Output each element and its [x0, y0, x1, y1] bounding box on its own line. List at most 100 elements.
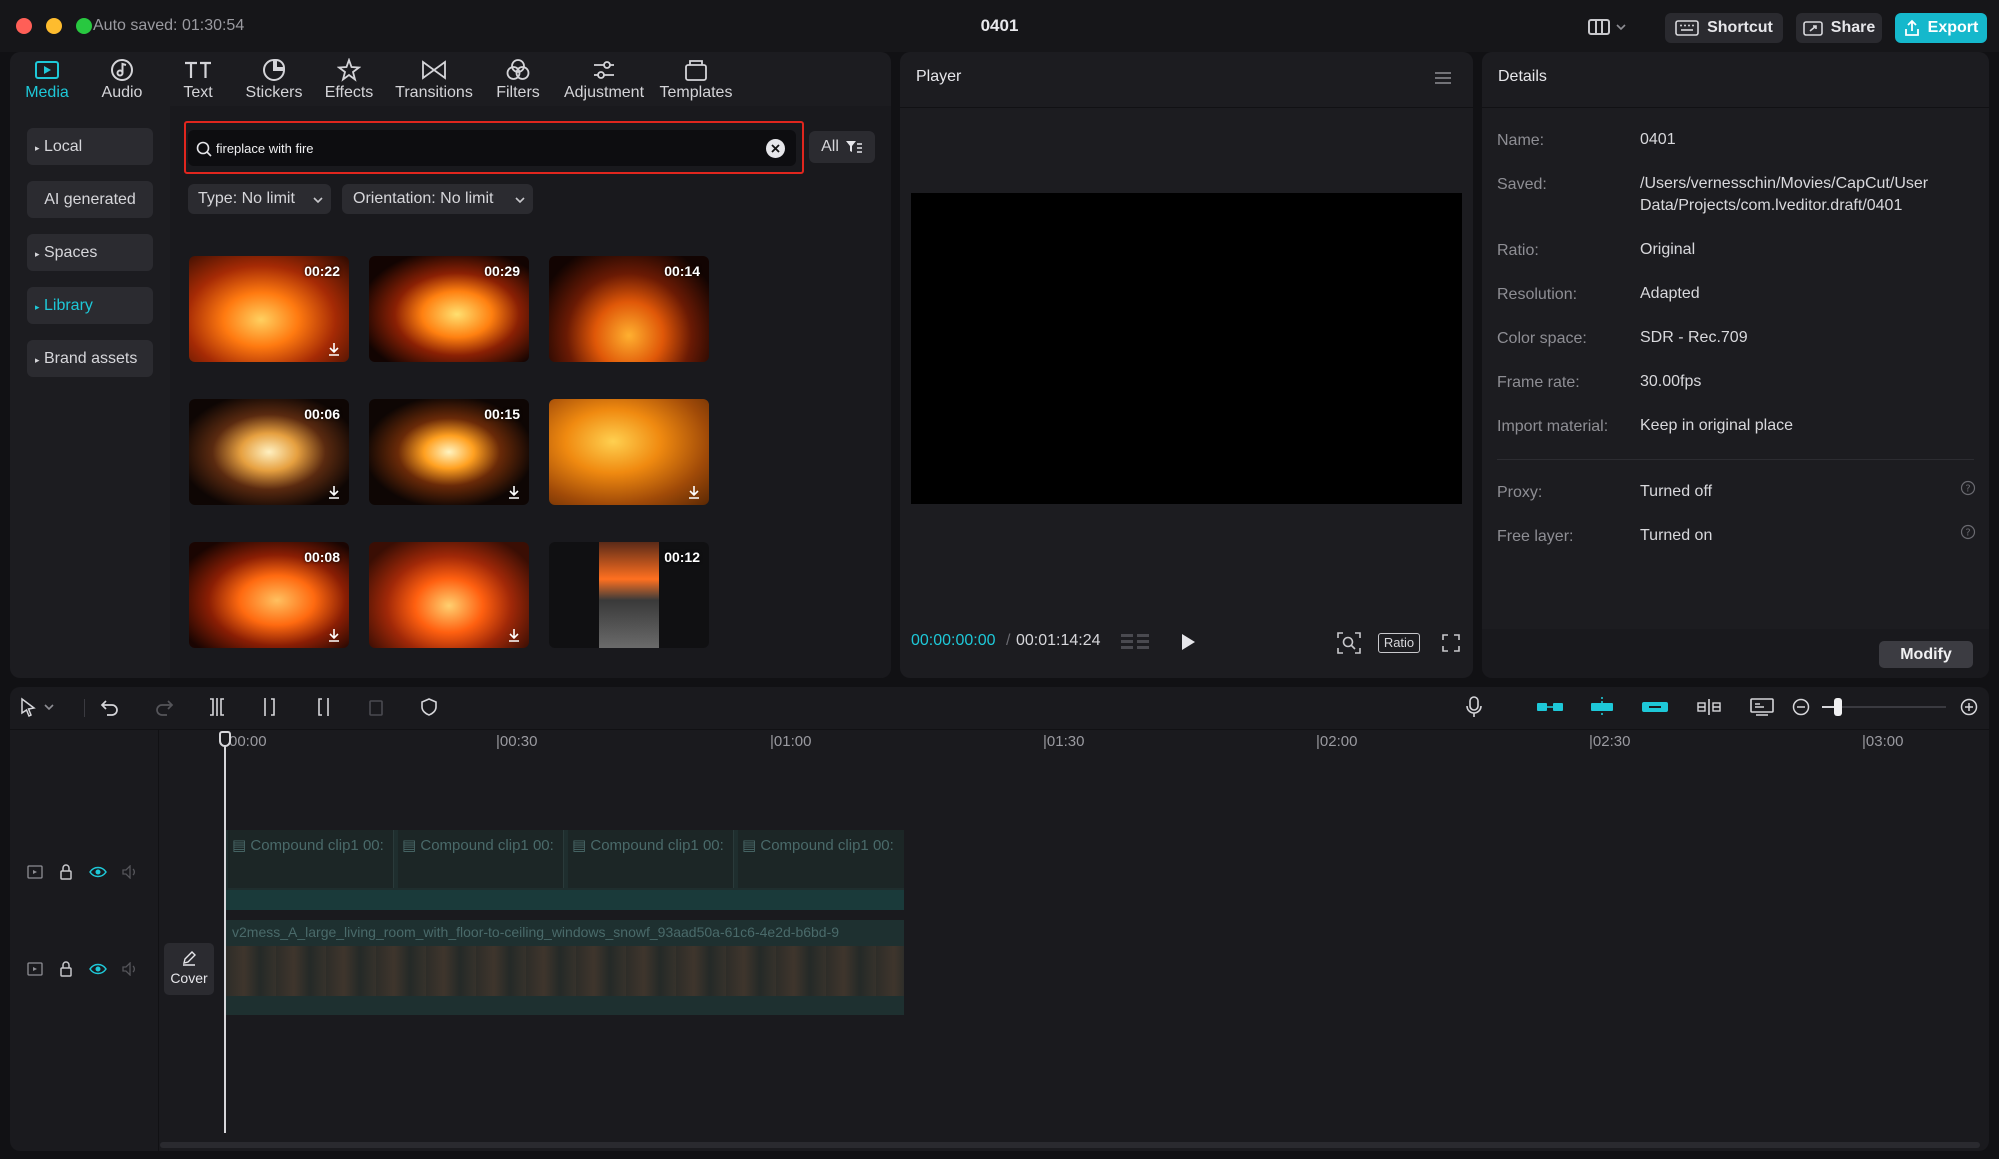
play-icon[interactable] — [1180, 633, 1196, 651]
download-icon[interactable] — [327, 628, 341, 642]
media-thumbnail[interactable]: 00:06 — [189, 399, 349, 505]
clip-time: 00: — [872, 837, 894, 854]
zoom-out-button[interactable] — [1789, 695, 1813, 719]
search-input[interactable]: fireplace with fire — [188, 130, 796, 166]
search-filter-button[interactable]: All — [809, 131, 875, 163]
preview-axis-icon — [1697, 699, 1721, 715]
playhead[interactable] — [224, 733, 226, 1133]
sidebar-item-spaces[interactable]: ▸ Spaces — [27, 234, 153, 271]
media-thumbnail[interactable]: 00:29 — [369, 256, 529, 362]
sidebar-item-ai-generated[interactable]: AI generated — [27, 181, 153, 218]
mute-track-button[interactable] — [118, 860, 142, 884]
main-clip-name: v2mess_A_large_living_room_with_floor-to… — [232, 924, 840, 940]
tab-stickers[interactable]: Stickers — [232, 56, 316, 102]
compound-clip[interactable]: ▤ Compound clip1 00: — [398, 830, 564, 888]
menu-icon[interactable] — [1434, 71, 1452, 85]
fullscreen-icon[interactable] — [1442, 634, 1460, 652]
tab-text[interactable]: Text — [156, 56, 240, 102]
info-icon[interactable]: ? — [1960, 524, 1976, 540]
trim-right-button[interactable] — [311, 695, 335, 719]
media-thumbnail[interactable]: 00:12 — [549, 542, 709, 648]
tab-media-label: Media — [25, 84, 69, 101]
record-audio-button[interactable] — [1462, 695, 1486, 719]
tab-effects[interactable]: Effects — [307, 56, 391, 102]
shortcut-button[interactable]: Shortcut — [1665, 13, 1783, 43]
playhead-handle[interactable] — [219, 731, 231, 747]
compound-clip[interactable]: ▤ Compound clip1 00: — [228, 830, 394, 888]
info-icon[interactable]: ? — [1960, 480, 1976, 496]
zoom-in-button[interactable] — [1957, 695, 1981, 719]
tab-templates[interactable]: Templates — [654, 56, 738, 102]
split-button[interactable] — [205, 695, 229, 719]
zoom-slider-handle[interactable] — [1834, 698, 1842, 716]
media-thumbnail[interactable]: 00:15 — [369, 399, 529, 505]
clear-search-button[interactable] — [766, 139, 785, 158]
stack-icon: ▤ — [402, 837, 417, 854]
delete-button[interactable] — [364, 695, 388, 719]
redo-button[interactable] — [152, 695, 176, 719]
layout-switcher[interactable] — [1588, 17, 1628, 37]
mark-button[interactable] — [417, 695, 441, 719]
detail-label: Saved: — [1497, 176, 1547, 193]
preview-axis-button[interactable] — [1697, 695, 1721, 719]
compound-clip[interactable]: ▤ Compound clip1 00: — [568, 830, 734, 888]
lock-track-button[interactable] — [54, 957, 78, 981]
trim-left-button[interactable] — [258, 695, 282, 719]
lock-track-button[interactable] — [54, 860, 78, 884]
frame-grid-icon[interactable] — [1121, 632, 1151, 652]
mute-track-button[interactable] — [118, 957, 142, 981]
compound-clip[interactable]: ▤ Compound clip1 00: — [738, 830, 904, 888]
media-thumbnail[interactable]: 00:22 — [189, 256, 349, 362]
hide-track-button[interactable] — [86, 860, 110, 884]
clip-time: 00: — [702, 837, 724, 854]
track-toggle-button[interactable] — [23, 957, 47, 981]
media-thumbnail[interactable] — [549, 399, 709, 505]
tab-adjustment-label: Adjustment — [563, 84, 645, 101]
select-tool-button[interactable] — [20, 695, 60, 719]
sidebar-item-library[interactable]: ▸ Library — [27, 287, 153, 324]
export-button[interactable]: Export — [1895, 13, 1987, 43]
tab-transitions-label: Transitions — [395, 84, 473, 101]
undo-button[interactable] — [98, 695, 122, 719]
media-thumbnail[interactable]: 00:14 — [549, 256, 709, 362]
detail-value: Original — [1640, 241, 1696, 258]
media-thumbnail[interactable] — [369, 542, 529, 648]
track-toggle-button[interactable] — [23, 860, 47, 884]
auto-snap-toggle[interactable] — [1587, 695, 1617, 719]
tab-filters[interactable]: Filters — [476, 56, 560, 102]
sidebar-item-local[interactable]: ▸ Local — [27, 128, 153, 165]
clip-label: Compound clip1 — [590, 837, 699, 854]
tab-adjustment[interactable]: Adjustment — [562, 56, 646, 102]
orientation-filter-dropdown[interactable]: Orientation: No limit — [342, 184, 533, 214]
cover-button[interactable]: Cover — [164, 943, 214, 995]
download-icon[interactable] — [507, 628, 521, 642]
download-icon[interactable] — [327, 485, 341, 499]
download-icon[interactable] — [687, 485, 701, 499]
linkage-toggle[interactable] — [1640, 695, 1670, 719]
type-filter-dropdown[interactable]: Type: No limit — [188, 184, 331, 214]
main-track-magnet-toggle[interactable] — [1535, 695, 1565, 719]
sidebar-item-brand-assets[interactable]: ▸ Brand assets — [27, 340, 153, 377]
detail-value: 0401 — [1640, 131, 1676, 148]
thumbnail-view-button[interactable] — [1750, 695, 1774, 719]
modify-button[interactable]: Modify — [1879, 641, 1973, 668]
download-icon[interactable] — [507, 485, 521, 499]
ratio-button[interactable]: Ratio — [1378, 633, 1420, 653]
timeline-scrollbar[interactable] — [160, 1142, 1980, 1148]
tab-media[interactable]: Media — [5, 56, 89, 102]
main-video-clip[interactable]: v2mess_A_large_living_room_with_floor-to… — [226, 920, 904, 1015]
share-button[interactable]: Share — [1796, 13, 1882, 43]
media-thumbnail[interactable]: 00:08 — [189, 542, 349, 648]
player-panel: Player 00:00:00:00 / 00:01:14:24 Ratio — [900, 52, 1473, 678]
detail-label: Color space: — [1497, 330, 1587, 347]
download-icon[interactable] — [327, 342, 341, 356]
undo-icon — [100, 700, 118, 716]
tab-audio[interactable]: Audio — [80, 56, 164, 102]
svg-text:?: ? — [1965, 528, 1970, 539]
timecode-separator: / — [1006, 632, 1011, 649]
video-preview[interactable] — [911, 193, 1462, 504]
zoom-fit-icon[interactable] — [1337, 632, 1361, 654]
hide-track-button[interactable] — [86, 957, 110, 981]
speaker-icon — [122, 962, 135, 976]
tab-transitions[interactable]: Transitions — [392, 56, 476, 102]
